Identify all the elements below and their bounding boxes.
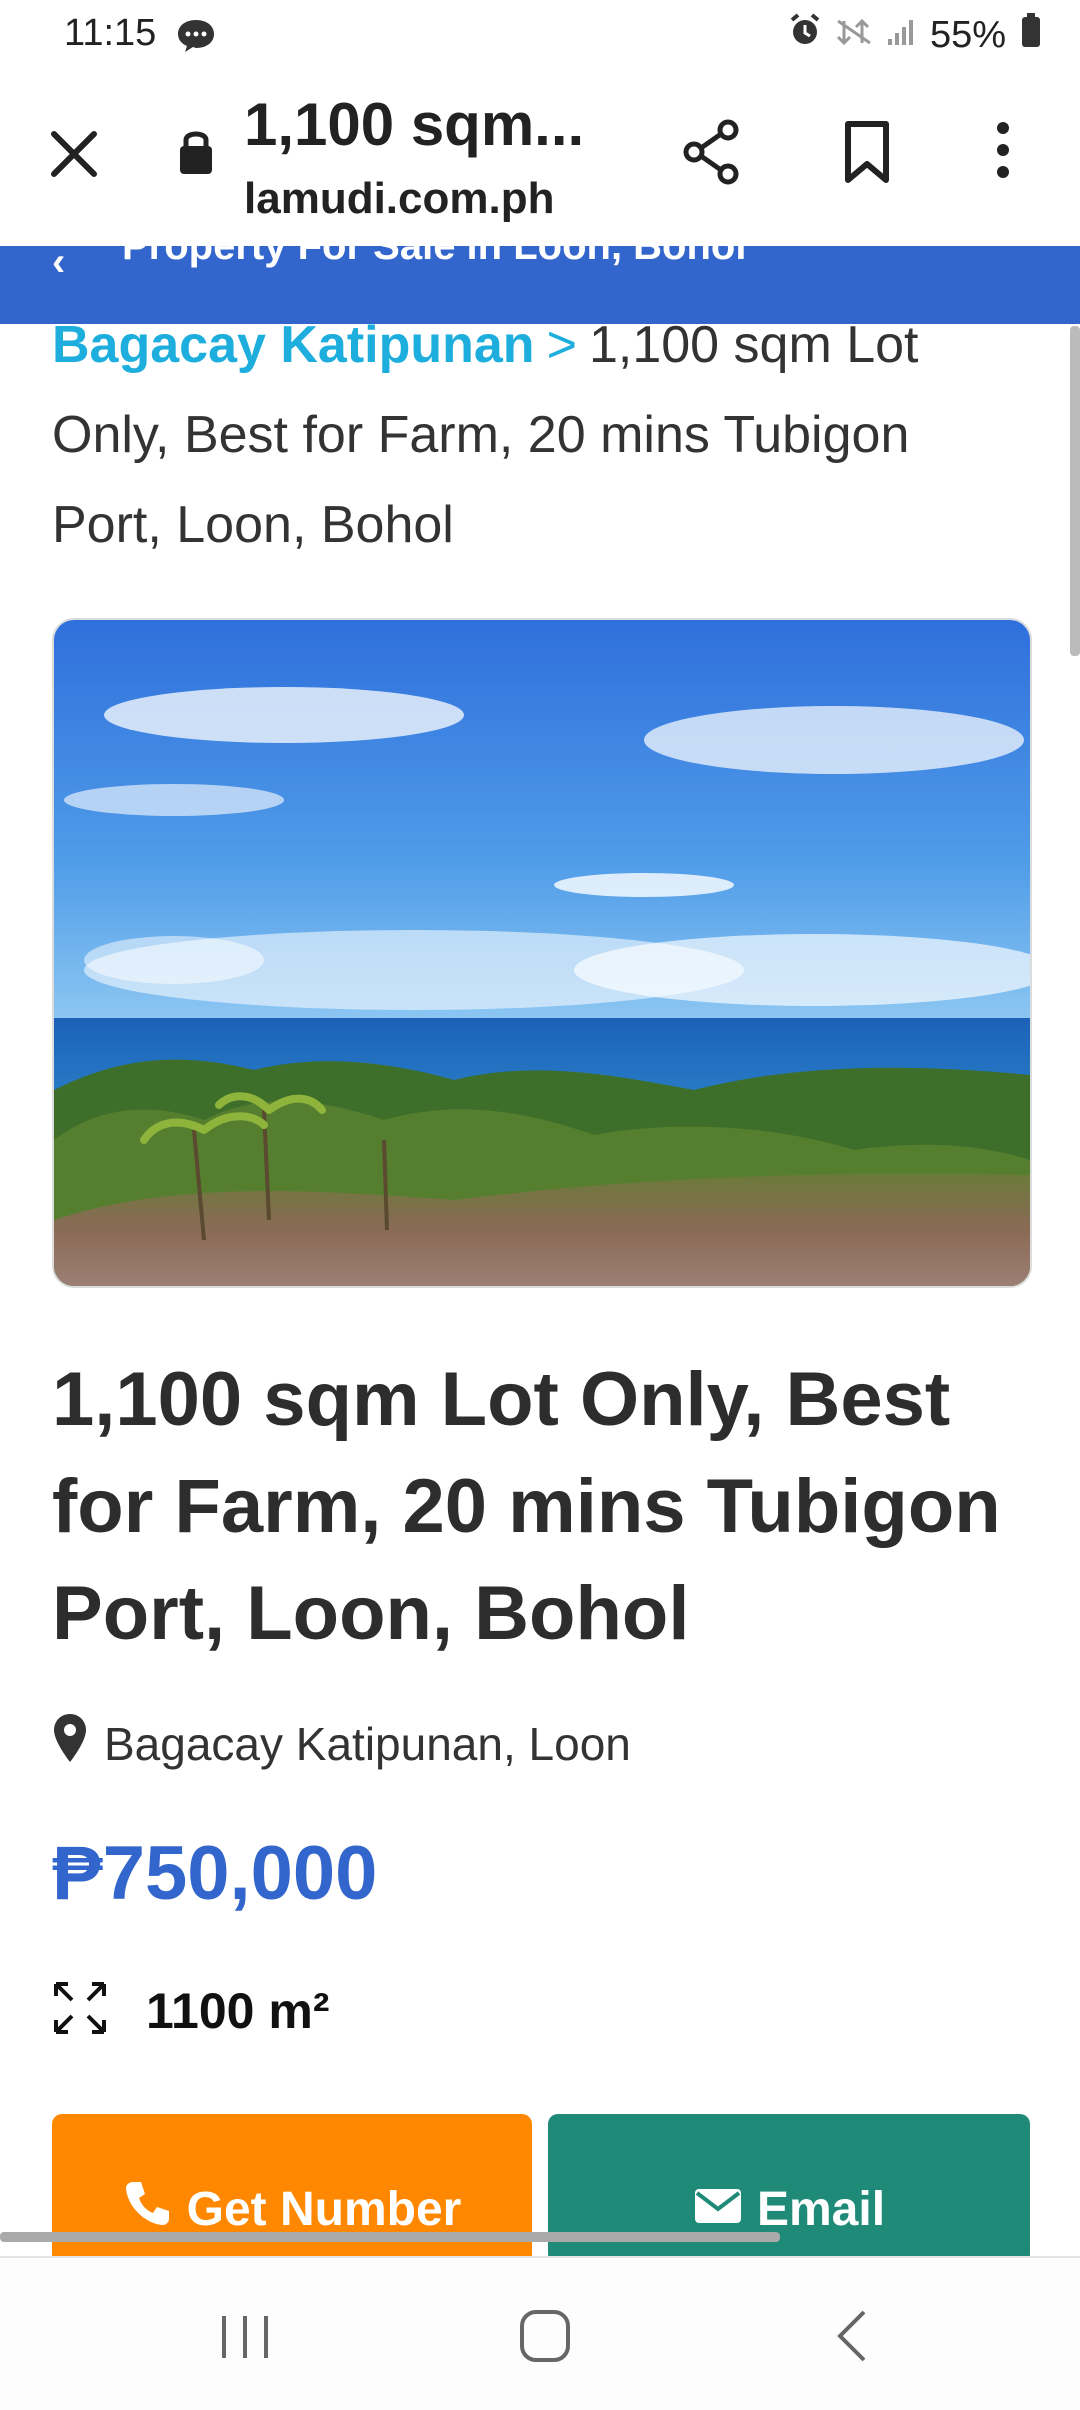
- status-time: 11:15: [64, 12, 157, 54]
- alarm-icon: [788, 13, 822, 57]
- recent-apps-icon[interactable]: [218, 2312, 272, 2367]
- expand-arrows-icon: [52, 1980, 108, 2041]
- mobile-data-off-icon: [836, 14, 872, 57]
- area-value: 1100 m²: [146, 1982, 330, 2039]
- email-label: Email: [756, 2182, 886, 2236]
- landscape-image: [54, 620, 1030, 1286]
- get-number-label: Get Number: [186, 2182, 462, 2236]
- listing-location: Bagacay Katipunan, Loon: [52, 1712, 631, 1775]
- listing-area: 1100 m²: [52, 1980, 329, 2041]
- browser-toolbar: 1,100 sqm... lamudi.com.ph: [0, 72, 1080, 248]
- phone-icon: [123, 2178, 173, 2240]
- back-icon[interactable]: [832, 2308, 872, 2369]
- battery-text: 55%: [929, 13, 1006, 56]
- more-vert-icon[interactable]: [990, 120, 1016, 185]
- banner-text[interactable]: Property For Sale in Loon, Bohol: [122, 246, 746, 269]
- status-bar: 11:15 55%: [0, 0, 1080, 72]
- lock-icon[interactable]: [176, 126, 216, 181]
- chevron-left-icon[interactable]: ‹: [52, 246, 65, 285]
- envelope-icon: [693, 2182, 743, 2237]
- listing-title: 1,100 sqm Lot Only, Best for Farm, 20 mi…: [52, 1357, 1001, 1656]
- location-pin-icon: [52, 1712, 88, 1775]
- location-text: Bagacay Katipunan, Loon: [104, 1717, 631, 1770]
- home-icon[interactable]: [518, 2308, 572, 2369]
- breadcrumb-link[interactable]: Bagacay Katipunan: [52, 316, 535, 374]
- breadcrumb-separator: >: [546, 316, 577, 374]
- message-icon: [176, 18, 216, 59]
- bookmark-icon[interactable]: [842, 120, 892, 189]
- status-icons: 55%: [788, 12, 1042, 58]
- breadcrumb: Bagacay Katipunan >1,100 sqm Lot Only, Be…: [52, 300, 1032, 570]
- listing-photo[interactable]: [52, 618, 1032, 1288]
- listing-price: ₱750,000: [52, 1831, 378, 1916]
- vertical-scrollbar[interactable]: [1070, 326, 1080, 656]
- share-icon[interactable]: [680, 118, 744, 191]
- horizontal-scrollbar[interactable]: [0, 2232, 780, 2242]
- signal-icon: [886, 14, 916, 57]
- page-title[interactable]: 1,100 sqm...: [244, 90, 584, 159]
- system-navigation-bar: [0, 2256, 1080, 2410]
- close-icon[interactable]: [44, 124, 104, 189]
- battery-icon: [1020, 12, 1042, 58]
- page-url[interactable]: lamudi.com.ph: [244, 174, 554, 224]
